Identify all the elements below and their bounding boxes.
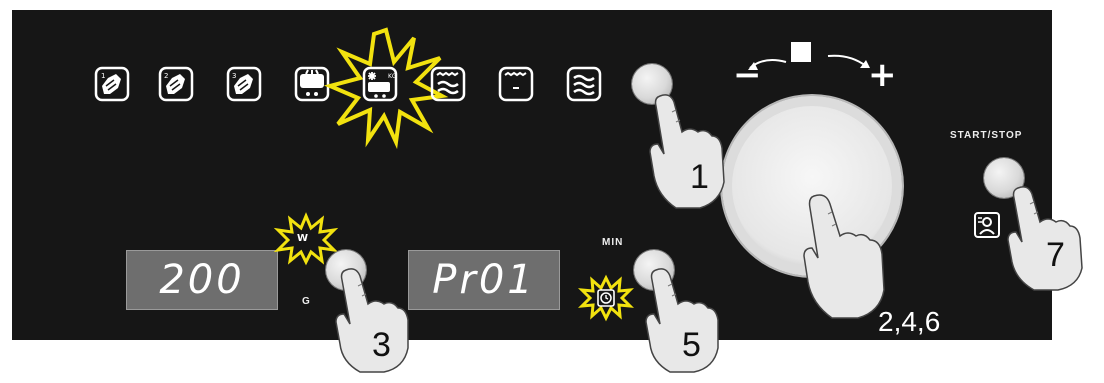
step-1-label: 1	[690, 158, 709, 196]
svg-text:3: 3	[232, 72, 236, 80]
svg-text:2: 2	[164, 72, 168, 80]
step-5-label: 5	[682, 326, 701, 364]
microwave-icon	[566, 66, 602, 102]
start-stop-label: START/STOP	[950, 130, 1023, 141]
pointing-hand-icon	[649, 94, 725, 209]
weight-badge-label: W	[297, 233, 309, 244]
min-label: MIN	[602, 237, 624, 248]
svg-text:1: 1	[101, 72, 105, 80]
defrost-cake-icon: KG	[362, 66, 398, 102]
svg-text:KG: KG	[388, 73, 397, 80]
defrost-bread-icon	[294, 66, 330, 102]
knob-minus-label: −	[733, 55, 762, 95]
knob-plus-label: +	[868, 55, 897, 95]
timer-clock-icon	[597, 289, 615, 307]
defrost-meat-2-icon: 2	[158, 66, 194, 102]
knob-center-marker	[791, 42, 811, 62]
microwave-grill-icon	[430, 66, 466, 102]
grill-icon	[498, 66, 534, 102]
step-knob-label: 2,4,6	[878, 306, 941, 337]
step-3-label: 3	[372, 326, 391, 364]
step-7-label: 7	[1046, 236, 1065, 274]
weight-display: 200	[126, 250, 278, 310]
weight-unit-label: G	[302, 296, 311, 307]
child-lock-icon	[974, 212, 1000, 238]
defrost-meat-1-icon: 1	[94, 66, 130, 102]
program-display: Pr01	[408, 250, 560, 310]
defrost-meat-3-icon: 3	[226, 66, 262, 102]
pointing-hand-icon	[803, 194, 885, 319]
